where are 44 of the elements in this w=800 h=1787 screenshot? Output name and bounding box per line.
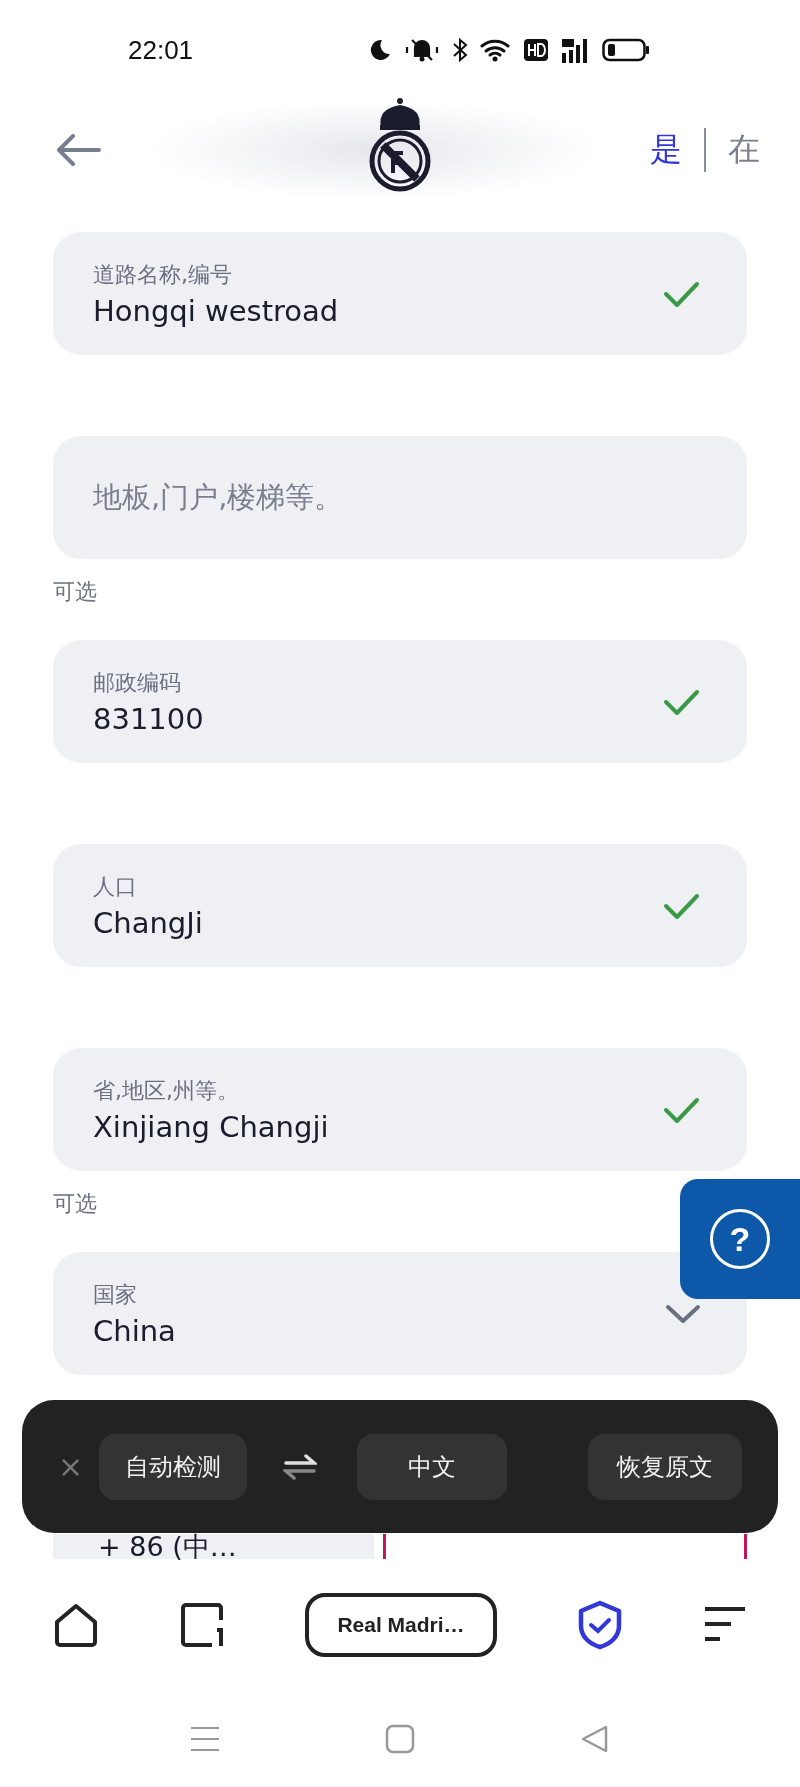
language-tab[interactable]: 在 [728,128,760,172]
battery-icon [602,38,650,62]
field-label: 省,地区,州等。 [93,1076,240,1105]
moon-icon [368,38,392,62]
hd-icon [524,39,548,61]
restore-original-button[interactable]: 恢复原文 [588,1433,742,1500]
input-field[interactable]: 省,地区,州等。 Xinjiang Changji [53,1048,747,1171]
language-tab[interactable]: 是 [650,128,682,172]
back-arrow-icon[interactable] [55,134,103,166]
field-label: 国家 [93,1280,138,1309]
input-field[interactable]: 人口 ChangJi [53,844,747,967]
field-value: Hongqi westroad [93,293,339,328]
source-language-button[interactable]: 自动检测 [99,1433,248,1500]
optional-note: 可选 [53,1190,97,1218]
field-placeholder: 地板,门户,楼梯等。 [93,478,344,516]
muted-bell-icon [404,37,440,63]
signal-icon [560,37,590,63]
recents-icon[interactable] [190,1724,220,1753]
select-field[interactable]: 国家 China [53,1252,747,1375]
home-square-icon[interactable] [385,1723,415,1754]
field-label: 人口 [93,872,138,901]
field-value: China [93,1313,176,1348]
shield-check-icon[interactable] [577,1600,623,1650]
status-time: 22:01 [128,34,194,66]
input-field[interactable]: 道路名称,编号 Hongqi westroad [53,232,747,355]
country-code-field[interactable]: + 86 (中… [53,1534,374,1559]
home-icon[interactable] [53,1602,99,1648]
close-button[interactable]: × [48,1449,100,1484]
wifi-icon [480,38,512,62]
optional-note: 可选 [53,578,97,606]
help-button[interactable]: ? [680,1179,800,1299]
field-label: 邮政编码 [93,668,182,697]
swap-icon[interactable] [283,1453,318,1480]
input-field[interactable]: 邮政编码 831100 [53,640,747,763]
input-field[interactable]: 地板,门户,楼梯等。 [53,436,747,559]
back-triangle-icon[interactable] [580,1723,610,1754]
target-language-button[interactable]: 中文 [357,1433,508,1500]
tabs-icon[interactable] [179,1602,225,1648]
field-value: Xinjiang Changji [93,1109,329,1144]
current-tab-button[interactable]: Real Madri… [305,1593,497,1657]
field-label: 道路名称,编号 [93,260,233,289]
field-value: ChangJi [93,905,203,940]
field-value: 831100 [93,701,204,736]
bluetooth-icon [452,37,468,63]
